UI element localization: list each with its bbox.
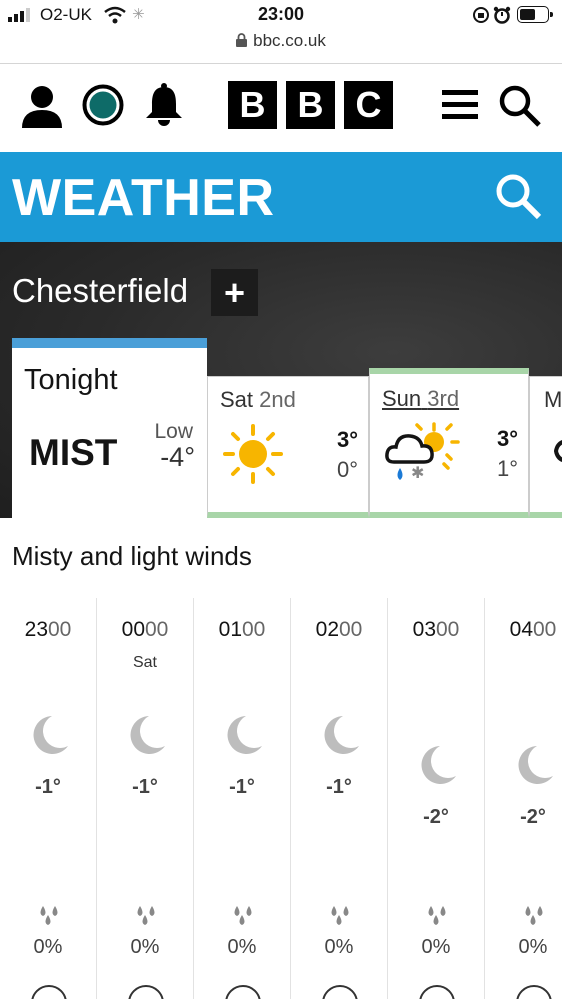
tonight-label: Tonight [24,364,118,396]
bbc-logo-letter: C [344,81,393,129]
rain-chance: 0% [324,936,354,958]
forecast-hero: Chesterfield + Tonight MIST Low -4° Sat … [0,242,562,518]
rain-chance: 0% [518,936,548,958]
bbc-logo[interactable]: B B C [228,81,393,129]
rain-chance: 0% [130,936,160,958]
hour-time: 0400 [509,618,557,641]
hour-slot[interactable]: 0400 -2° 0% [485,598,562,999]
rain-drops-icon [40,906,58,925]
battery-icon [517,6,553,23]
bbc-logo-letter: B [228,81,277,129]
day-card-sat[interactable]: Sat 2nd 3° 0° [207,376,369,518]
sun-icon [223,424,283,484]
weather-icon [553,440,562,462]
weather-search-icon[interactable] [494,172,542,220]
wind-direction-icon [31,985,67,999]
day-name: Sun 3rd [382,386,460,411]
moon-icon [324,716,359,754]
moon-icon [130,716,165,754]
day-card-mon[interactable]: M [529,376,562,518]
bbc-header: B B C [0,64,562,152]
day-card-sun[interactable]: Sun 3rd ✱ 3° 1° [369,368,529,518]
weather-nav-bar: WEATHER [0,152,562,242]
hour-temperature: -1° [35,776,61,798]
moon-icon [421,746,456,784]
hour-time: 2300 [24,618,72,641]
high-temperature: 3° [336,427,358,452]
rotation-lock-icon [473,7,489,23]
wind-direction-icon [516,985,552,999]
forecast-summary: Misty and light winds [12,541,252,571]
day-name: Sat 2nd [220,387,296,412]
moon-icon [33,716,68,754]
hour-temperature: -1° [229,776,255,798]
wind-direction-icon [128,985,164,999]
hour-slot[interactable]: 0000 Sat -1° 0% [97,598,194,999]
url-text: bbc.co.uk [253,31,326,50]
rain-chance: 0% [227,936,257,958]
hour-temperature: -1° [326,776,352,798]
high-temperature: 3° [496,426,518,451]
rain-chance: 0% [421,936,451,958]
wind-direction-icon [322,985,358,999]
hour-temperature: -2° [423,806,449,828]
search-icon[interactable] [498,84,542,128]
account-icon[interactable] [20,84,64,128]
rain-drops-icon [331,906,349,925]
svg-text:✱: ✱ [411,463,424,482]
tonight-card[interactable]: Tonight MIST Low -4° [12,338,207,518]
hour-temperature: -2° [520,806,546,828]
wind-direction-icon [225,985,261,999]
moon-icon [518,746,553,784]
alarm-icon [493,6,511,24]
rain-drops-icon [525,906,543,925]
status-bar: O2-UK ✳ 23:00 [0,0,562,30]
low-label: Low [154,420,193,443]
hour-slot[interactable]: 0300 -2° 0% [388,598,485,999]
hour-slot[interactable]: 2300 -1° 0% [0,598,97,999]
hour-time: 0100 [218,618,266,641]
bbc-sounds-icon[interactable] [82,84,124,126]
rain-drops-icon [428,906,446,925]
tonight-condition: MIST [29,432,118,473]
rain-drops-icon [234,906,252,925]
low-temperature: -4° [160,442,195,472]
day-name: M [544,387,562,412]
rain-drops-icon [137,906,155,925]
hour-slot[interactable]: 0200 -1° 0% [291,598,388,999]
hour-day: Sat [132,654,157,671]
hour-time: 0000 [121,618,169,641]
hour-slot[interactable]: 0100 -1° 0% [194,598,291,999]
address-bar[interactable]: bbc.co.uk [0,31,562,51]
hour-time: 0200 [315,618,363,641]
lock-icon [236,33,248,47]
rain-chance: 0% [33,936,63,958]
cloud-sleet-sun-icon: ✱ [385,422,460,482]
low-temperature: 1° [496,456,518,481]
notifications-bell-icon[interactable] [144,82,184,126]
hour-time: 0300 [412,618,460,641]
hour-temperature: -1° [132,776,158,798]
low-temperature: 0° [336,457,358,482]
wind-direction-icon [419,985,455,999]
weather-title[interactable]: WEATHER [12,168,275,228]
hourly-forecast: 2300 -1° 0% 0000 Sat -1° 0% 0100 -1° 0% … [0,598,562,999]
bbc-logo-letter: B [286,81,335,129]
location-name: Chesterfield [12,272,189,309]
add-location-button[interactable]: + [211,269,258,316]
menu-icon[interactable] [442,88,478,122]
moon-icon [227,716,262,754]
